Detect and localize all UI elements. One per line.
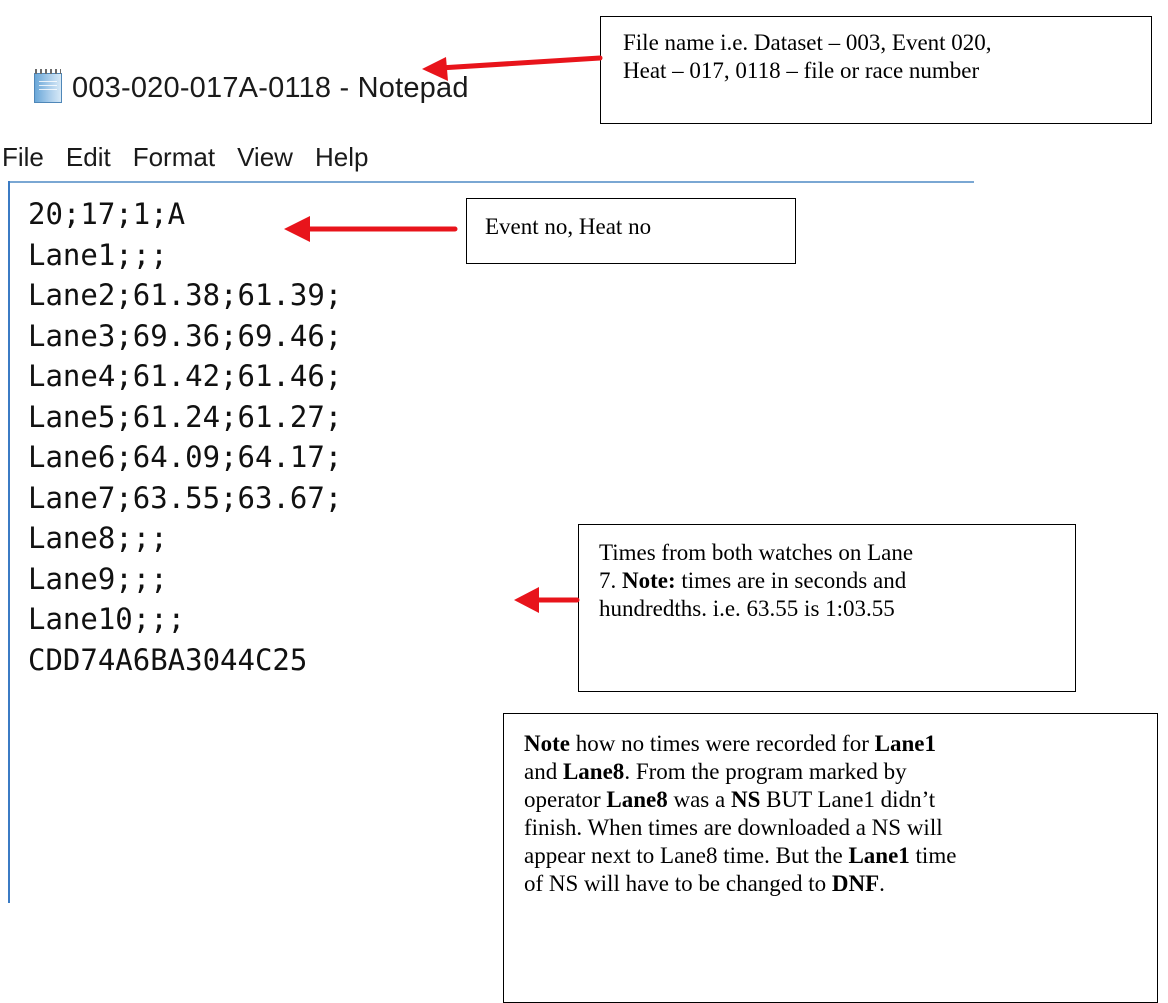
filename-callout-line2: Heat – 017, 0118 – file or race number bbox=[623, 58, 980, 83]
lane7-callout: Times from both watches on Lane 7. Note:… bbox=[578, 524, 1076, 692]
menu-view[interactable]: View bbox=[237, 142, 315, 173]
note-callout: Note how no times were recorded for Lane… bbox=[503, 713, 1158, 1003]
note-text3b: was a bbox=[667, 787, 731, 812]
note-text2b: . From the program marked by bbox=[624, 759, 907, 784]
editor-line-lane9: Lane9;;; bbox=[28, 561, 168, 596]
note-text5a: appear next to Lane8 time. But the bbox=[524, 843, 849, 868]
editor-line-checksum: CDD74A6BA3044C25 bbox=[28, 642, 308, 677]
lane7-callout-line3: hundredths. i.e. 63.55 is 1:03.55 bbox=[599, 596, 895, 621]
note-bold-ns: NS bbox=[730, 787, 761, 812]
editor-line-lane1: Lane1;;; bbox=[28, 237, 168, 272]
note-bold-dnf: DNF bbox=[831, 871, 880, 896]
note-text5b: time bbox=[909, 843, 957, 868]
menu-bar: File Edit Format View Help bbox=[2, 142, 390, 173]
note-text6b: . bbox=[879, 871, 885, 896]
note-bold-lane8b: Lane8 bbox=[606, 787, 668, 812]
filename-callout: File name i.e. Dataset – 003, Event 020,… bbox=[600, 16, 1152, 124]
note-line6: of NS will have to be changed to DNF. bbox=[524, 870, 1137, 898]
note-text3c: BUT Lane1 didn’t bbox=[760, 787, 936, 812]
note-bold-note: Note bbox=[524, 731, 570, 756]
editor-line-header: 20;17;1;A bbox=[28, 197, 186, 231]
note-line3: operator Lane8 was a NS BUT Lane1 didn’t bbox=[524, 786, 1137, 814]
note-bold-lane1b: Lane1 bbox=[848, 843, 910, 868]
editor-line-lane2: Lane2;61.38;61.39; bbox=[28, 278, 343, 312]
editor-line-lane7: Lane7;63.55;63.67; bbox=[28, 480, 343, 515]
text-editor[interactable]: 20;17;1;A Lane1;;; Lane2;61.38;61.39; La… bbox=[28, 194, 342, 680]
note-line2: and Lane8. From the program marked by bbox=[524, 758, 1137, 786]
note-line5: appear next to Lane8 time. But the Lane1… bbox=[524, 842, 1137, 870]
note-text1: how no times were recorded for bbox=[569, 731, 875, 756]
lane7-callout-line2-rest: times are in seconds and bbox=[675, 568, 907, 593]
editor-line-lane5: Lane5;61.24;61.27; bbox=[28, 399, 343, 434]
editor-left-border bbox=[8, 181, 10, 903]
lane7-callout-line1: Times from both watches on Lane bbox=[599, 540, 914, 565]
filename-callout-line1: File name i.e. Dataset – 003, Event 020, bbox=[623, 30, 992, 55]
menu-format[interactable]: Format bbox=[133, 142, 237, 173]
note-line4: finish. When times are downloaded a NS w… bbox=[524, 815, 943, 840]
lane7-callout-note-label: Note: bbox=[622, 568, 676, 593]
window-title: 003-020-017A-0118 - Notepad bbox=[72, 71, 469, 104]
editor-line-lane10: Lane10;;; bbox=[28, 602, 186, 636]
notepad-icon bbox=[34, 69, 62, 103]
editor-line-lane6: Lane6;64.09;64.17; bbox=[28, 440, 343, 474]
lane7-arrow bbox=[514, 587, 580, 613]
event-callout: Event no, Heat no bbox=[466, 198, 796, 264]
title-bar: 003-020-017A-0118 - Notepad bbox=[34, 68, 469, 108]
menu-help[interactable]: Help bbox=[315, 142, 390, 173]
editor-line-lane8: Lane8;;; bbox=[28, 521, 168, 555]
event-callout-text: Event no, Heat no bbox=[485, 214, 652, 239]
editor-line-lane4: Lane4;61.42;61.46; bbox=[28, 359, 343, 393]
note-text3a: operator bbox=[524, 787, 607, 812]
lane7-callout-num: 7. bbox=[599, 568, 622, 593]
note-text2a: and bbox=[524, 759, 563, 784]
editor-line-lane3: Lane3;69.36;69.46; bbox=[28, 318, 343, 353]
note-text6a: of NS will have to be changed to bbox=[524, 871, 832, 896]
lane7-callout-line2: 7. Note: times are in seconds and bbox=[599, 567, 1055, 595]
note-bold-lane8: Lane8 bbox=[562, 759, 625, 784]
menu-edit[interactable]: Edit bbox=[66, 142, 133, 173]
note-bold-lane1: Lane1 bbox=[874, 731, 936, 756]
editor-top-border bbox=[8, 181, 974, 183]
note-line1: Note how no times were recorded for Lane… bbox=[524, 730, 1137, 758]
menu-file[interactable]: File bbox=[2, 142, 66, 173]
